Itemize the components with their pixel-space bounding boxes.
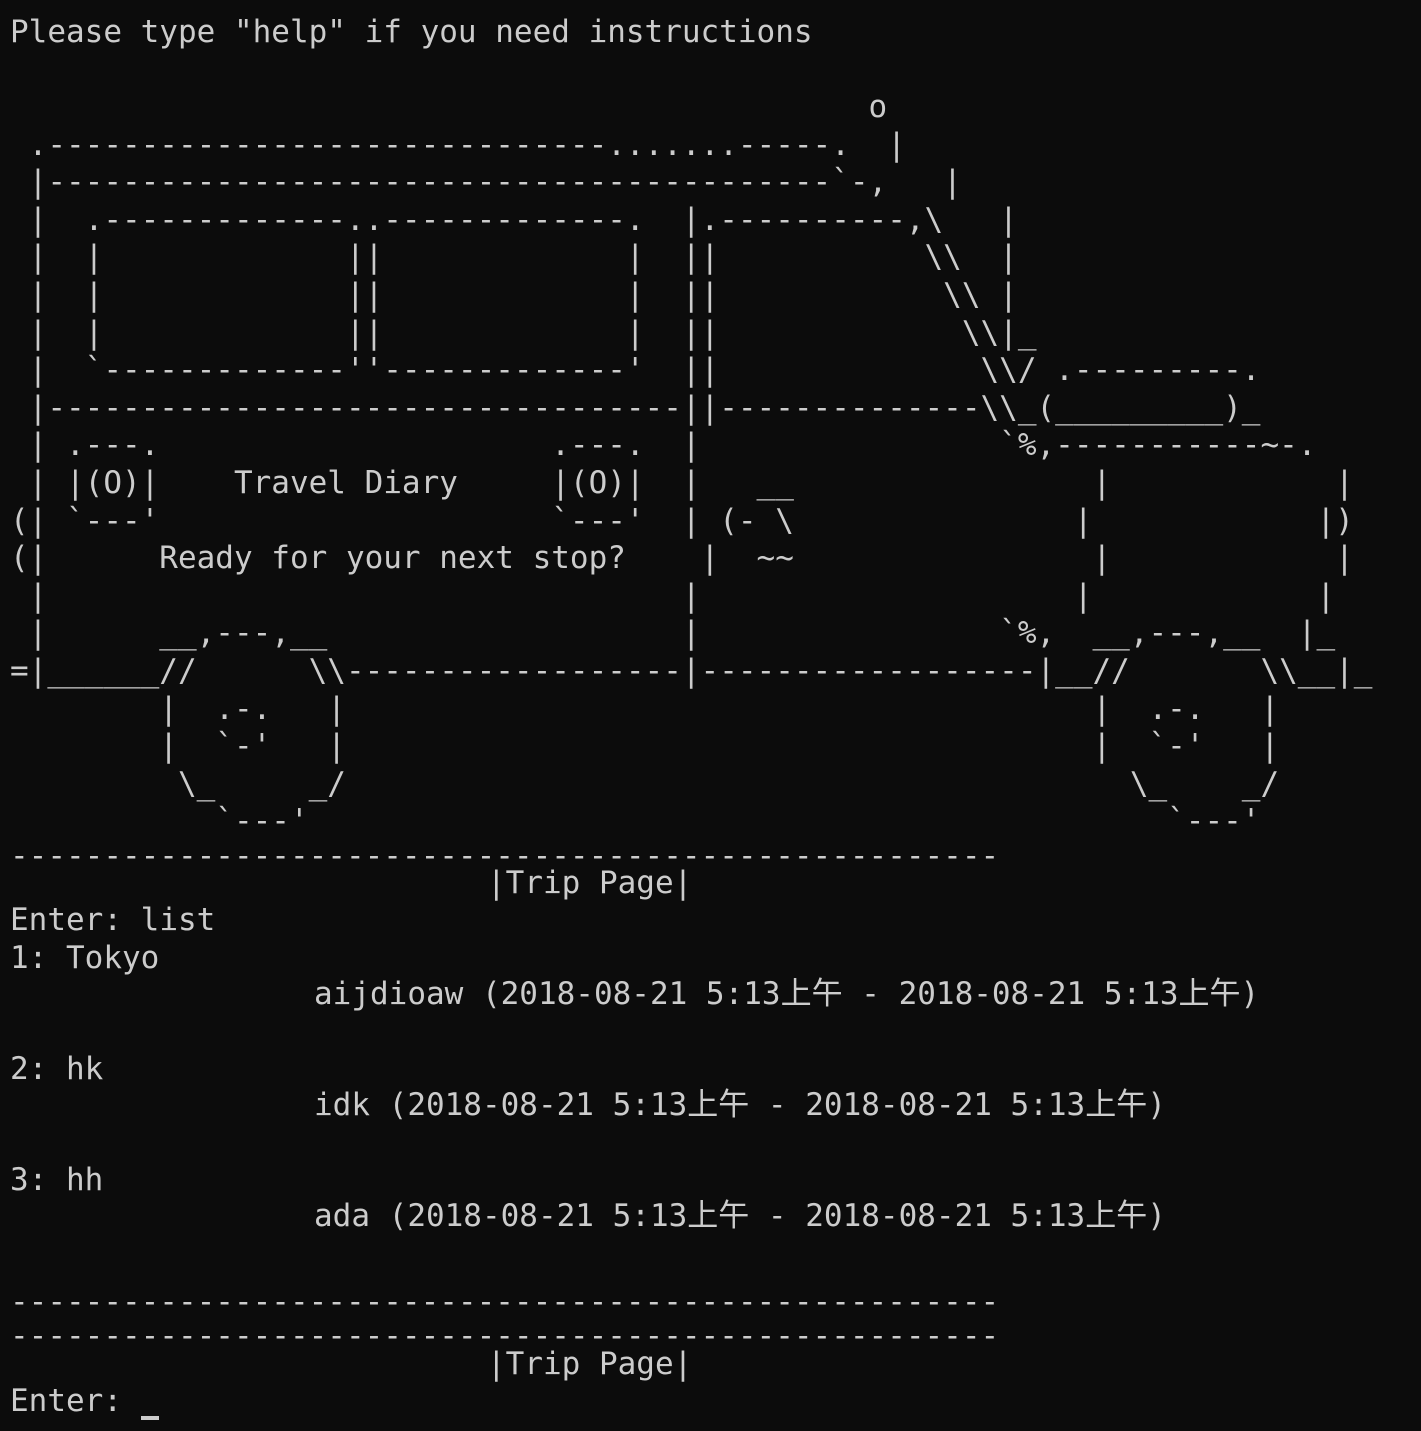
help-hint: Please type "help" if you need instructi… [10,14,813,50]
banner-line: |----------------------------------||---… [10,389,1261,426]
banner-line: | | || | || \\ | [10,277,1018,313]
text-cursor [140,1416,159,1421]
prompt-label: Enter: [10,902,122,938]
banner-line: | .-------------..-------------. |.-----… [10,201,1018,238]
input-line[interactable]: Enter: [10,1383,159,1421]
banner-line: =|______// \\------------------|--------… [10,653,1373,689]
command-line: Enter: list [10,902,215,939]
trip-heading: 2: hk [10,1051,104,1087]
banner-line: | __,---,__ | `%, __,---,__ |_ [10,615,1336,652]
prompt-label: Enter: [10,1383,122,1419]
banner-line: o [10,89,888,125]
trip-detail: ada (2018-08-21 5:13上午 - 2018-08-21 5:13… [314,1198,1166,1234]
entered-command: list [140,902,216,938]
divider: ----------------------------------------… [10,1284,1000,1320]
banner-line: | | || | || \\|_ [10,314,1037,351]
banner-line: | |(O)| Travel Diary |(O)| | __ | | [10,465,1354,501]
banner-line: | .-. | | .-. | [10,690,1280,727]
banner-line: |---------------------------------------… [10,164,962,201]
banner-line: (| Ready for your next stop? | ~~ | | [10,540,1354,577]
banner-line: | `-' | | `-' | [10,728,1280,765]
banner-line: `---' `---' [10,803,1261,840]
banner-line: .------------------------------.......--… [10,126,906,163]
banner-line: | `-------------''-------------' || \\/ … [10,352,1261,389]
page-title: |Trip Page| [487,865,693,901]
terminal-window: Please type "help" if you need instructi… [0,0,1421,1431]
banner-line: | | || | || \\ | [10,239,1018,276]
trip-heading: 3: hh [10,1162,104,1198]
page-title: |Trip Page| [487,1346,693,1382]
trip-heading: 1: Tokyo [10,940,160,976]
banner-line: | | | | [10,577,1336,614]
trip-detail: aijdioaw (2018-08-21 5:13上午 - 2018-08-21… [314,976,1260,1012]
banner-line: | .---. .---. | `%,-----------~-. [10,427,1317,464]
banner-line: \_ _/ \_ _/ [10,765,1280,802]
banner-line: (| `---' `---' | (- \ | |) [10,502,1354,539]
trip-detail: idk (2018-08-21 5:13上午 - 2018-08-21 5:13… [314,1087,1166,1123]
